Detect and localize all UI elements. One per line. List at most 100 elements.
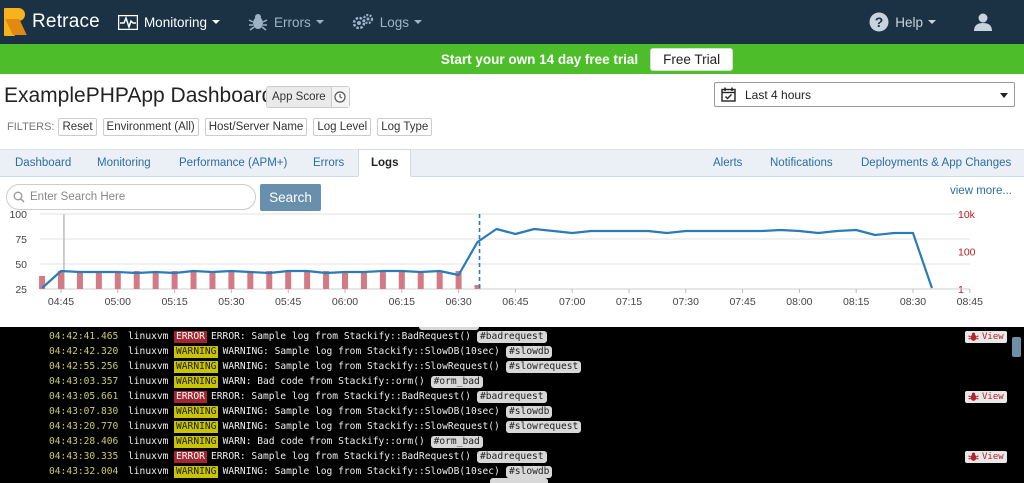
y-tick-label: 100	[9, 209, 27, 221]
tab-bar: Dashboard Monitoring Performance (APM+) …	[0, 149, 1024, 177]
chevron-down-icon	[414, 20, 422, 24]
help-icon: ?	[869, 12, 889, 32]
bar-mark	[360, 271, 367, 289]
view-error-button[interactable]: View	[965, 390, 1007, 403]
view-error-label: View	[982, 391, 1004, 402]
user-menu[interactable]	[964, 0, 1024, 44]
log-tag[interactable]: #slowrequest	[506, 360, 582, 373]
pulse-icon	[117, 14, 138, 30]
log-tag[interactable]: #badrequest	[477, 330, 547, 343]
bar-mark	[417, 271, 424, 289]
log-level-badge: WARNING	[174, 465, 219, 478]
user-icon	[974, 13, 992, 31]
x-tick-label: 06:00	[332, 296, 358, 308]
log-timestamp: 04:43:32.004	[49, 466, 119, 477]
tab-logs[interactable]: Logs	[358, 149, 412, 177]
log-row[interactable]: 04:43:20.770 linuxvm WARNING WARNING: Sampl…	[0, 419, 1024, 434]
log-row[interactable]: 04:42:55.256 linuxvm WARNING WARNING: Sampl…	[0, 359, 1024, 374]
log-tag[interactable]: #orm_bad	[430, 375, 483, 388]
time-range-select[interactable]: Last 4 hours	[714, 82, 1015, 107]
log-row[interactable]: 04:42:42.320 linuxvm WARNING WARNING: Sampl…	[0, 344, 1024, 359]
log-row[interactable]: 04:43:30.335 linuxvm ERROR ERROR: Sample lo…	[0, 449, 1024, 464]
retrace-logo[interactable]: Retrace	[4, 7, 100, 37]
tab-performance[interactable]: Performance (APM+)	[179, 150, 287, 177]
log-row[interactable]: 04:43:03.357 linuxvm WARNING WARN: Bad code…	[0, 374, 1024, 389]
tab-deployments[interactable]: Deployments & App Changes	[861, 150, 1011, 177]
log-level-badge: WARNING	[174, 375, 219, 388]
retrace-logo-icon	[4, 7, 27, 37]
tab-alerts[interactable]: Alerts	[713, 150, 742, 177]
trial-banner: Start your own 14 day free trial Free Tr…	[0, 44, 1024, 74]
log-tag[interactable]: #badrequest	[477, 450, 547, 463]
view-error-button[interactable]: View	[965, 450, 1007, 463]
y2-tick-label: 100	[958, 247, 976, 259]
log-timestamp: 04:42:55.256	[49, 361, 119, 372]
bar-mark	[190, 271, 197, 289]
app-score-label: App Score	[272, 91, 326, 103]
log-message: WARNING: Sample log from Stackify::SlowD…	[222, 466, 500, 477]
gears-icon	[352, 13, 373, 30]
log-tag[interactable]: #badrequest	[477, 390, 547, 403]
calendar-icon	[721, 87, 736, 102]
filter-log-type[interactable]: Log Type	[377, 118, 433, 136]
log-level-badge: WARNING	[174, 345, 219, 358]
bug-icon	[968, 332, 979, 341]
bar-mark	[304, 271, 311, 289]
y2-tick-label: 1	[958, 284, 964, 296]
log-tag[interactable]: #slowdb	[506, 405, 553, 418]
bar-mark	[247, 271, 254, 289]
filters-bar: FILTERS: Reset Environment (All) Host/Se…	[7, 118, 438, 136]
log-stream-panel: 04:42:41.465 linuxvm ERROR ERROR: Sample lo…	[0, 327, 1024, 483]
x-tick-label: 08:45	[957, 296, 983, 308]
y-tick-label: 75	[15, 234, 27, 246]
trial-banner-text: Start your own 14 day free trial	[440, 51, 639, 67]
nav-errors[interactable]: Errors	[238, 0, 334, 44]
bug-icon	[968, 452, 979, 461]
filter-reset[interactable]: Reset	[58, 118, 97, 136]
search-input[interactable]	[30, 191, 230, 203]
log-tag[interactable]: #orm_bad	[430, 435, 483, 448]
page-title: ExamplePHPApp Dashboard	[4, 84, 274, 107]
log-tag[interactable]: #slowdb	[506, 465, 553, 478]
nav-logs[interactable]: Logs	[342, 0, 432, 44]
log-host: linuxvm	[128, 406, 169, 417]
chevron-down-icon	[1000, 93, 1008, 98]
bar-mark	[228, 271, 235, 289]
log-timestamp: 04:43:20.770	[49, 421, 119, 432]
x-tick-label: 06:30	[445, 296, 471, 308]
filter-log-level[interactable]: Log Level	[313, 118, 372, 136]
log-tag[interactable]: #slowrequest	[506, 420, 582, 433]
x-tick-label: 05:00	[105, 296, 131, 308]
help-label: Help	[895, 14, 923, 30]
log-host: linuxvm	[128, 436, 169, 447]
x-tick-label: 08:15	[843, 296, 869, 308]
log-message: ERROR: Sample log from Stackify::BadRequ…	[211, 451, 471, 462]
log-host: linuxvm	[128, 331, 169, 342]
x-tick-label: 05:15	[161, 296, 187, 308]
y2-tick-label: 10k	[958, 209, 976, 221]
nav-monitoring[interactable]: Monitoring	[108, 0, 230, 44]
log-row[interactable]: 04:43:28.406 linuxvm WARNING WARN: Bad code…	[0, 434, 1024, 449]
log-row[interactable]: 04:43:05.661 linuxvm ERROR ERROR: Sample lo…	[0, 389, 1024, 404]
log-row[interactable]: 04:43:07.830 linuxvm WARNING WARNING: Sampl…	[0, 404, 1024, 419]
log-level-badge: WARNING	[174, 360, 219, 373]
x-tick-label: 05:45	[275, 296, 301, 308]
tab-dashboard[interactable]: Dashboard	[15, 150, 71, 177]
log-message: WARNING: Sample log from Stackify::SlowR…	[222, 421, 500, 432]
log-row[interactable]: 04:43:32.004 linuxvm WARNING WARNING: Sampl…	[0, 464, 1024, 479]
tab-monitoring[interactable]: Monitoring	[97, 150, 151, 177]
time-range-value: Last 4 hours	[745, 87, 812, 102]
log-row[interactable]: 04:42:41.465 linuxvm ERROR ERROR: Sample lo…	[0, 329, 1024, 344]
view-more-link[interactable]: view more...	[950, 185, 1012, 197]
filter-environment[interactable]: Environment (All)	[102, 118, 199, 136]
log-tag[interactable]: #slowdb	[506, 345, 553, 358]
view-error-button[interactable]: View	[965, 330, 1007, 343]
help-menu[interactable]: ? Help	[859, 0, 946, 44]
free-trial-button[interactable]: Free Trial	[650, 47, 734, 71]
tab-errors[interactable]: Errors	[313, 150, 344, 177]
tab-notifications[interactable]: Notifications	[770, 150, 833, 177]
log-level-badge: WARNING	[174, 420, 219, 433]
app-score-button[interactable]: App Score	[266, 86, 350, 108]
search-icon	[13, 191, 25, 203]
filter-host[interactable]: Host/Server Name	[204, 118, 308, 136]
